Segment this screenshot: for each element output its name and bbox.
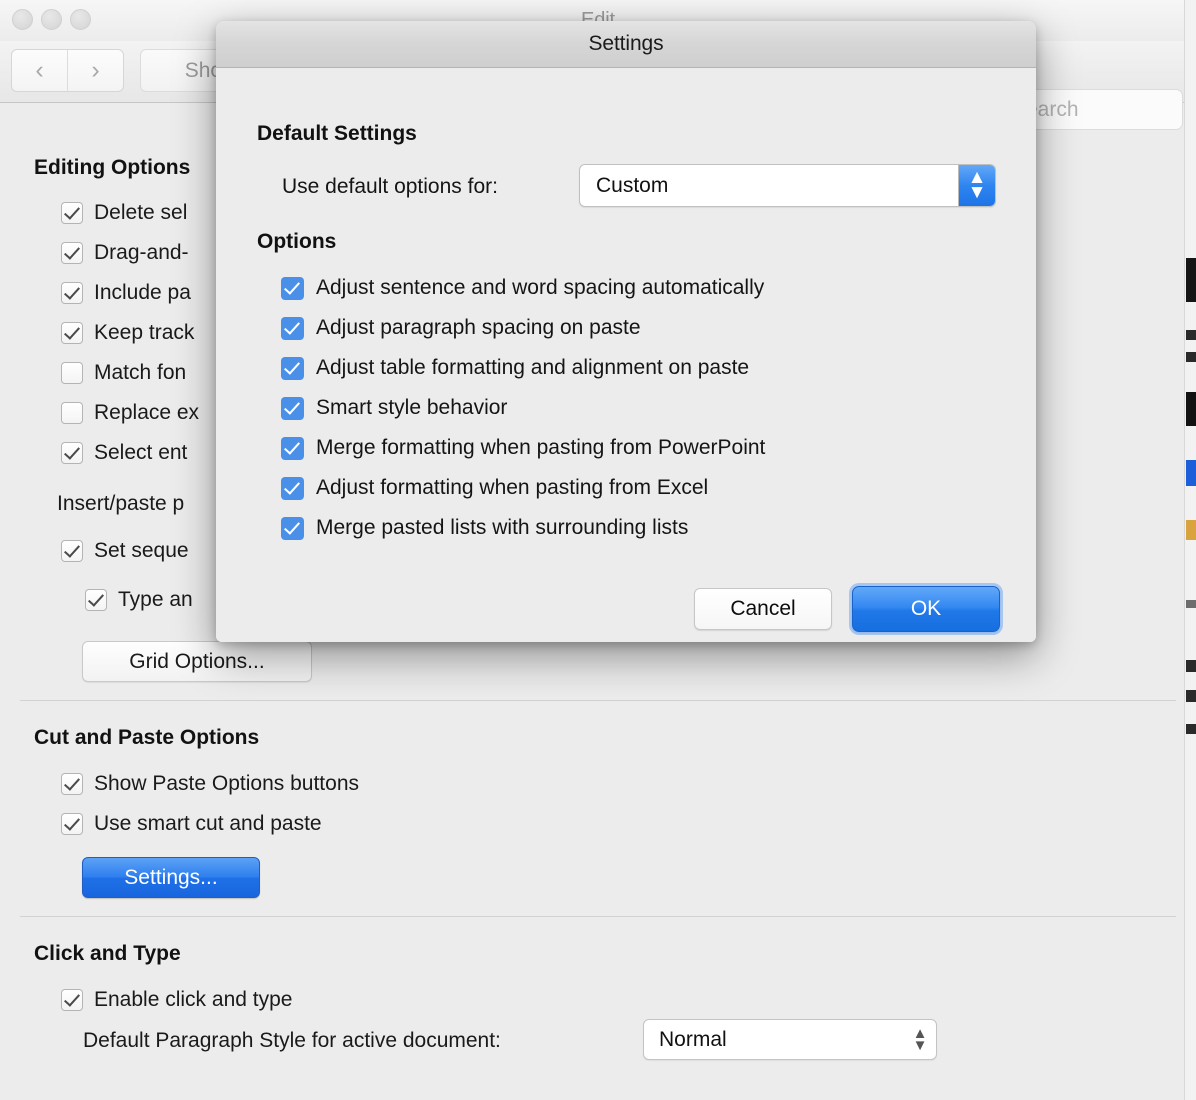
checkbox-label: Delete sel (94, 201, 188, 224)
navigation-buttons: ‹ › (11, 49, 124, 92)
section-heading-cut-and-paste: Cut and Paste Options (34, 726, 260, 749)
dialog-body: Default Settings Use default options for… (216, 68, 1036, 642)
background-window-edge (1184, 0, 1196, 1100)
grid-options-button[interactable]: Grid Options... (82, 641, 312, 682)
checkbox-smart-style-behavior[interactable] (281, 396, 304, 420)
default-settings-heading: Default Settings (257, 122, 417, 145)
edge-text-fragment (1186, 352, 1196, 362)
dialog-title: Settings (588, 32, 664, 55)
checkbox-row-keep-track[interactable]: Keep track (61, 321, 194, 345)
checkbox-row-match-font[interactable]: Match fon (61, 361, 186, 385)
settings-button[interactable]: Settings... (82, 857, 260, 898)
option-row-merge-pasted-lists[interactable]: Merge pasted lists with surrounding list… (281, 516, 688, 540)
option-label: Adjust table formatting and alignment on… (316, 356, 750, 379)
checkbox-row-select-entire[interactable]: Select ent (61, 441, 187, 465)
checkbox-label: Select ent (94, 441, 188, 464)
insert-paste-label: Insert/paste p (57, 492, 185, 515)
option-label: Smart style behavior (316, 396, 508, 419)
checkbox-merge-pasted-lists[interactable] (281, 516, 304, 540)
options-heading: Options (257, 230, 337, 253)
checkbox-delete-selection[interactable] (61, 202, 83, 224)
checkbox-label: Drag-and- (94, 241, 189, 264)
checkbox-row-include-paragraph[interactable]: Include pa (61, 281, 191, 305)
checkbox-row-replace-existing[interactable]: Replace ex (61, 401, 199, 425)
option-row-smart-style-behavior[interactable]: Smart style behavior (281, 396, 507, 420)
default-options-select[interactable]: Custom ▲ ▼ (579, 164, 996, 207)
chevron-updown-icon[interactable]: ▲ ▼ (958, 165, 995, 206)
checkbox-merge-formatting-powerpoint[interactable] (281, 436, 304, 460)
checkbox-type-and[interactable] (85, 589, 107, 611)
checkbox-label: Set seque (94, 539, 189, 562)
checkbox-replace-existing[interactable] (61, 402, 83, 424)
checkbox-row-show-paste-options[interactable]: Show Paste Options buttons (61, 772, 359, 796)
checkbox-select-entire[interactable] (61, 442, 83, 464)
option-label: Adjust formatting when pasting from Exce… (316, 476, 709, 499)
checkbox-drag-and-drop[interactable] (61, 242, 83, 264)
checkbox-keep-track[interactable] (61, 322, 83, 344)
dialog-titlebar[interactable]: Settings (216, 21, 1036, 68)
settings-dialog: Settings Default Settings Use default op… (216, 21, 1036, 642)
option-row-adjust-table-formatting[interactable]: Adjust table formatting and alignment on… (281, 356, 749, 380)
edge-text-fragment (1186, 600, 1196, 608)
checkbox-label: Use smart cut and paste (94, 812, 322, 835)
cancel-button[interactable]: Cancel (694, 588, 832, 630)
edge-text-fragment (1186, 330, 1196, 340)
checkbox-use-smart-cut-paste[interactable] (61, 813, 83, 835)
edge-text-fragment (1186, 460, 1196, 486)
checkbox-label: Keep track (94, 321, 195, 344)
option-row-adjust-paragraph-spacing[interactable]: Adjust paragraph spacing on paste (281, 316, 641, 340)
checkbox-show-paste-options[interactable] (61, 773, 83, 795)
section-heading-editing-options: Editing Options (34, 156, 191, 179)
checkbox-set-sequence[interactable] (61, 540, 83, 562)
chevron-updown-icon[interactable]: ▲ ▼ (912, 1025, 928, 1055)
edge-text-fragment (1186, 660, 1196, 672)
checkbox-row-set-sequence[interactable]: Set seque (61, 539, 189, 563)
checkbox-adjust-sentence-word-spacing[interactable] (281, 276, 304, 300)
ok-button[interactable]: OK (852, 586, 1000, 632)
edge-text-fragment (1186, 690, 1196, 702)
edge-text-fragment (1186, 520, 1196, 540)
section-heading-click-and-type: Click and Type (34, 942, 181, 965)
checkbox-label: Type an (118, 588, 193, 611)
section-divider (20, 700, 1176, 701)
option-label: Adjust sentence and word spacing automat… (316, 276, 765, 299)
option-row-merge-formatting-powerpoint[interactable]: Merge formatting when pasting from Power… (281, 436, 765, 460)
edge-text-fragment (1186, 724, 1196, 734)
checkbox-label: Match fon (94, 361, 187, 384)
default-paragraph-style-select[interactable]: Normal ▲ ▼ (643, 1019, 937, 1060)
option-row-adjust-sentence-word-spacing[interactable]: Adjust sentence and word spacing automat… (281, 276, 764, 300)
use-default-options-label: Use default options for: (282, 175, 498, 198)
checkbox-label: Include pa (94, 281, 191, 304)
option-label: Merge formatting when pasting from Power… (316, 436, 766, 459)
checkbox-label: Replace ex (94, 401, 200, 424)
checkbox-row-type-and[interactable]: Type an (85, 588, 193, 612)
option-label: Adjust paragraph spacing on paste (316, 316, 641, 339)
back-button[interactable]: ‹ (12, 50, 67, 91)
forward-button[interactable]: › (67, 50, 123, 91)
checkbox-label: Show Paste Options buttons (94, 772, 359, 795)
option-label: Merge pasted lists with surrounding list… (316, 516, 689, 539)
checkbox-include-paragraph[interactable] (61, 282, 83, 304)
checkbox-row-delete-selection[interactable]: Delete sel (61, 201, 187, 225)
default-paragraph-style-label: Default Paragraph Style for active docum… (83, 1029, 501, 1052)
section-divider (20, 916, 1176, 917)
default-options-value: Custom (596, 173, 669, 197)
checkbox-adjust-paragraph-spacing[interactable] (281, 316, 304, 340)
checkbox-row-drag-and-drop[interactable]: Drag-and- (61, 241, 189, 265)
option-row-adjust-formatting-excel[interactable]: Adjust formatting when pasting from Exce… (281, 476, 708, 500)
checkbox-row-enable-click-and-type[interactable]: Enable click and type (61, 988, 292, 1012)
edge-text-fragment (1186, 258, 1196, 302)
edge-text-fragment (1186, 392, 1196, 426)
checkbox-label: Enable click and type (94, 988, 293, 1011)
checkbox-row-use-smart-cut-paste[interactable]: Use smart cut and paste (61, 812, 322, 836)
checkbox-adjust-table-formatting[interactable] (281, 356, 304, 380)
checkbox-adjust-formatting-excel[interactable] (281, 476, 304, 500)
checkbox-match-font[interactable] (61, 362, 83, 384)
default-paragraph-style-value: Normal (659, 1027, 727, 1051)
checkbox-enable-click-and-type[interactable] (61, 989, 83, 1011)
